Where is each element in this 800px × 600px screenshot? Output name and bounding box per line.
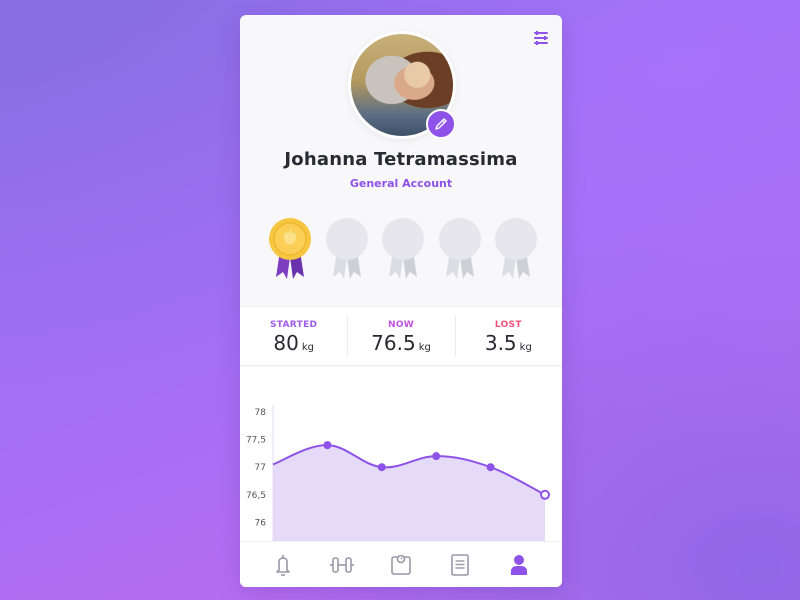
stat-label: LOST [494, 320, 522, 330]
y-tick-label: 76,5 [246, 491, 266, 501]
medal-locked-icon [495, 218, 537, 279]
bell-icon [276, 554, 291, 576]
badge-locked[interactable] [438, 217, 482, 281]
y-tick-label: 77,5 [246, 436, 266, 446]
stat-unit: kg [519, 342, 532, 353]
medal-locked-icon [325, 218, 368, 279]
document-icon [450, 553, 469, 576]
stat-lost: LOST 3.5 kg [454, 307, 562, 365]
badge-locked[interactable] [494, 217, 538, 281]
chart-area-fill [273, 445, 545, 542]
settings-button[interactable] [532, 29, 550, 47]
sliders-icon [534, 31, 548, 45]
stat-label: NOW [387, 320, 414, 330]
stat-value: 80 kg [240, 331, 347, 355]
tab-profile[interactable] [505, 551, 533, 579]
data-point-current [540, 489, 550, 500]
stat-value: 76.5 kg [347, 331, 454, 355]
data-point [486, 463, 495, 472]
apple-medal-icon [269, 218, 311, 279]
stat-number: 80 [273, 331, 299, 355]
profile-card: Johanna Tetramassima General Account STA… [240, 15, 562, 587]
tab-log[interactable] [446, 551, 474, 579]
badge-apple-medal[interactable] [268, 217, 312, 281]
weight-chart: 7877,57776,57675,5 [240, 367, 562, 542]
data-point [432, 452, 441, 461]
badges-row [268, 217, 538, 281]
badge-locked[interactable] [381, 217, 425, 281]
dumbbell-icon [330, 556, 355, 573]
stat-number: 76.5 [371, 331, 416, 355]
edit-avatar-button[interactable] [426, 109, 456, 139]
bottom-tab-bar [240, 541, 562, 587]
stat-unit: kg [301, 342, 314, 353]
data-point [323, 441, 332, 450]
y-tick-label: 78 [255, 408, 267, 418]
tab-notifications[interactable] [269, 551, 297, 579]
weight-chart-svg: 7877,57776,57675,5 [246, 405, 550, 542]
stat-started: STARTED 80 kg [240, 307, 347, 365]
y-tick-label: 77 [255, 463, 266, 473]
medal-locked-icon [382, 218, 424, 279]
stat-unit: kg [418, 342, 431, 353]
stat-now: NOW 76.5 kg [347, 307, 454, 365]
user-icon [510, 554, 527, 575]
profile-name: Johanna Tetramassima [284, 149, 518, 170]
y-tick-label: 76 [255, 518, 267, 528]
account-type: General Account [349, 177, 453, 190]
medal-locked-icon [438, 218, 481, 279]
stat-value: 3.5 kg [455, 331, 562, 355]
badge-locked[interactable] [325, 217, 369, 281]
tab-workouts[interactable] [328, 551, 356, 579]
stat-number: 3.5 [484, 331, 517, 355]
weight-stats: STARTED 80 kg NOW 76.5 kg LOST 3.5 kg [240, 306, 562, 366]
tab-weight[interactable] [387, 551, 415, 579]
data-point [377, 463, 386, 472]
scale-icon [391, 554, 411, 575]
stat-label: STARTED [270, 320, 318, 330]
pencil-icon [435, 118, 447, 130]
